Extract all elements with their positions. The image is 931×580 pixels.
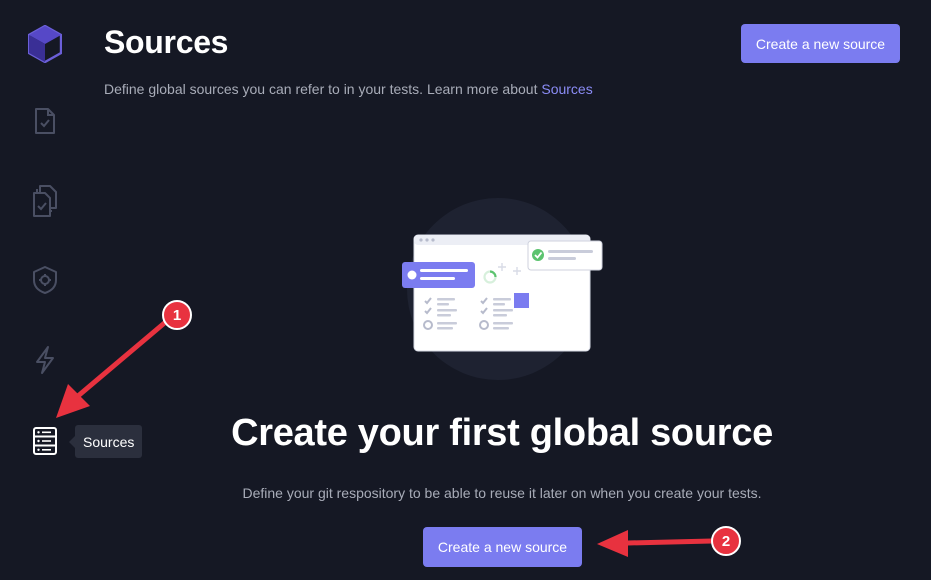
annotation-marker-2: 2 — [711, 526, 741, 556]
file-check-icon — [35, 108, 55, 134]
shield-gear-icon — [33, 266, 57, 294]
annotation-marker-1: 1 — [162, 300, 192, 330]
lightning-icon — [36, 346, 54, 374]
sidebar-item-test-suites[interactable] — [28, 184, 62, 218]
sidebar-item-triggers[interactable] — [28, 343, 62, 377]
page-title: Sources — [104, 24, 229, 60]
sidebar-item-tests[interactable] — [28, 104, 62, 138]
empty-state-illustration — [402, 198, 603, 380]
subtitle-text: Define global sources you can refer to i… — [104, 81, 538, 97]
empty-state-description: Define your git respository to be able t… — [242, 485, 762, 501]
page-subtitle: Define global sources you can refer to i… — [104, 81, 593, 97]
sources-docs-link[interactable]: Sources — [541, 81, 592, 97]
arrow-2 — [597, 530, 715, 557]
create-source-button[interactable]: Create a new source — [423, 527, 582, 567]
create-source-button-header[interactable]: Create a new source — [741, 24, 900, 63]
sidebar-item-executors[interactable] — [28, 263, 62, 297]
files-check-icon — [33, 185, 57, 217]
empty-state-title: Create your first global source — [231, 412, 773, 454]
logo-icon[interactable] — [28, 25, 62, 63]
